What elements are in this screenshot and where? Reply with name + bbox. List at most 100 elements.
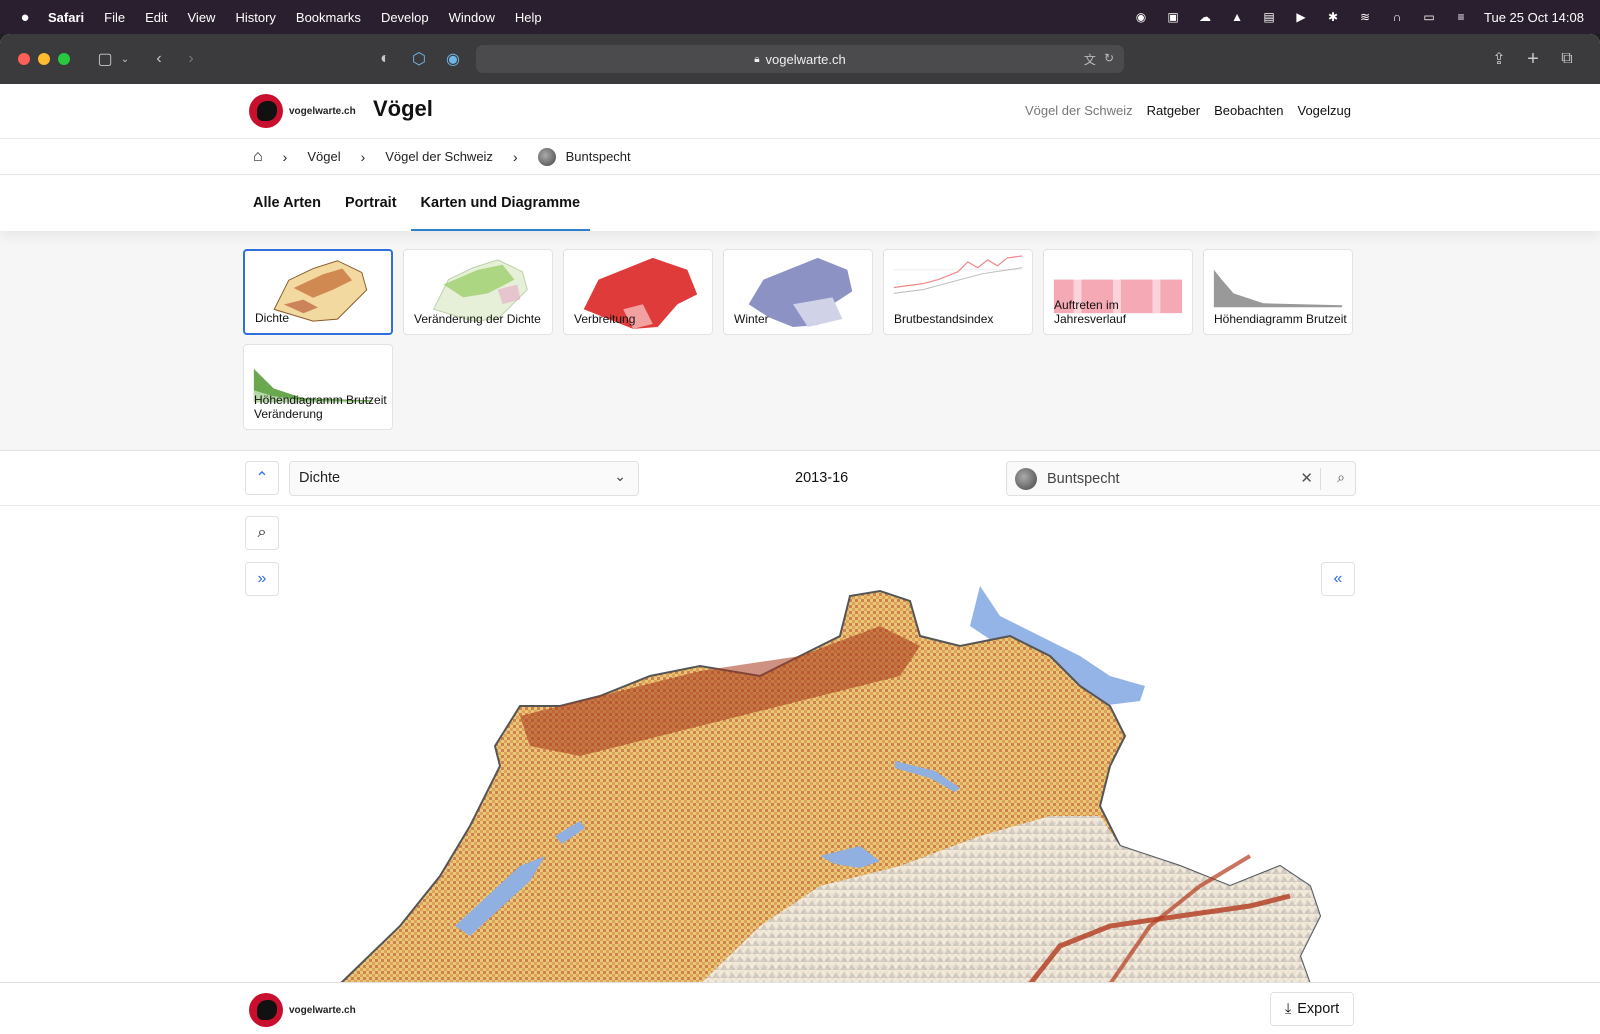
card-hoehendiagramm-brutzeit[interactable]: Höhendiagramm Brutzeit (1203, 249, 1353, 335)
breadcrumb-voegel-der-schweiz[interactable]: Vögel der Schweiz (385, 149, 493, 164)
password-manager-icon[interactable]: ◉ (440, 46, 466, 72)
double-chevron-left-icon: « (1333, 570, 1343, 587)
forward-icon[interactable]: › (178, 46, 204, 72)
lock-icon: 🔒︎ (754, 53, 760, 65)
share-icon[interactable]: ⇪ (1486, 46, 1512, 72)
card-label: Auftreten im Jahresverlauf (1054, 298, 1127, 326)
home-icon[interactable]: ⌂ (253, 148, 263, 166)
export-button[interactable]: ⤓ Export (1270, 992, 1354, 1026)
tab-portrait[interactable]: Portrait (345, 195, 409, 231)
site-logo[interactable]: vogelwarte.ch (249, 94, 356, 128)
chevron-right-icon: › (512, 148, 518, 165)
headphones-icon[interactable]: ∩ (1388, 10, 1406, 24)
footer-logo[interactable]: vogelwarte.ch (249, 993, 356, 1027)
logo-text: vogelwarte.ch (289, 105, 356, 117)
card-dichte[interactable]: Dichte (243, 249, 393, 335)
password-icon[interactable]: ◉ (1132, 10, 1150, 24)
menu-help[interactable]: Help (515, 10, 542, 25)
tab-overview-icon[interactable]: ⧉ (1554, 46, 1580, 72)
card-verbreitung[interactable]: Verbreitung (563, 249, 713, 335)
nav-ratgeber[interactable]: Ratgeber (1147, 103, 1200, 118)
menubar-menus: Safari File Edit View History Bookmarks … (48, 10, 542, 25)
species-search[interactable]: Buntspecht ✕ ⌕ (1006, 461, 1356, 496)
menu-edit[interactable]: Edit (145, 10, 167, 25)
page-title: Vögel (373, 96, 433, 121)
play-icon[interactable]: ▶ (1292, 10, 1310, 24)
nav-voegel-der-schweiz[interactable]: Vögel der Schweiz (1025, 103, 1133, 118)
search-icon[interactable]: ⌕ (1337, 469, 1345, 486)
browser-toolbar: ▢ ⌄ ‹ › ◐ ⬡ ◉ 🔒︎ vogelwarte.ch 文 ↻ ⇪ + ⧉ (0, 34, 1600, 84)
shield-icon[interactable]: ◐ (372, 46, 398, 72)
menu-safari[interactable]: Safari (48, 10, 84, 25)
map-type-value: Dichte (299, 470, 341, 486)
map-controls: ⌃ Dichte ⌄ 2013-16 Buntspecht ✕ ⌕ (0, 451, 1600, 506)
new-tab-icon[interactable]: + (1520, 46, 1546, 72)
nav-beobachten[interactable]: Beobachten (1214, 103, 1283, 118)
divider (1320, 468, 1321, 490)
card-label: Veränderung der Dichte (414, 312, 541, 326)
drive-icon[interactable]: ▲ (1228, 10, 1246, 24)
tab-bar: Alle Arten Portrait Karten und Diagramme (0, 175, 1600, 231)
nav-vogelzug[interactable]: Vogelzug (1298, 103, 1352, 118)
battery-icon[interactable]: ▭ (1420, 10, 1438, 24)
expand-left-panel-button[interactable]: » (245, 562, 279, 596)
card-brutbestandsindex[interactable]: Brutbestandsindex (883, 249, 1033, 335)
logo-text: vogelwarte.ch (289, 1004, 356, 1016)
double-chevron-up-icon: ⌃ (255, 470, 269, 487)
card-label: Höhendiagramm Brutzeit (1214, 312, 1347, 326)
wifi-icon[interactable]: ≋ (1356, 10, 1374, 24)
tab-karten-und-diagramme[interactable]: Karten und Diagramme (410, 195, 591, 231)
screen-icon[interactable]: ▣ (1164, 10, 1182, 24)
minimize-window-button[interactable] (38, 53, 50, 65)
page-footer: vogelwarte.ch ⤓ Export (0, 982, 1600, 1034)
apple-icon[interactable]: ● (16, 9, 34, 26)
collapse-gallery-button[interactable]: ⌃ (245, 461, 279, 495)
clock[interactable]: Tue 25 Oct 14:08 (1484, 10, 1584, 25)
card-hoehendiagramm-brutzeit-veraenderung[interactable]: Höhendiagramm Brutzeit Veränderung (243, 344, 393, 430)
vogelwarte-logo-icon (249, 94, 283, 128)
expand-right-panel-button[interactable]: « (1321, 562, 1355, 596)
menu-window[interactable]: Window (449, 10, 495, 25)
window-controls (18, 53, 70, 65)
translate-icon[interactable]: 文 (1084, 51, 1096, 68)
control-center-icon[interactable]: ≡ (1452, 10, 1470, 24)
breadcrumb-voegel[interactable]: Vögel (307, 149, 340, 164)
map-search-button[interactable]: ⌕ (245, 516, 279, 550)
close-icon[interactable]: ✕ (1300, 469, 1313, 487)
card-veraenderung-der-dichte[interactable]: Veränderung der Dichte (403, 249, 553, 335)
download-icon: ⤓ (1284, 1001, 1292, 1017)
chevron-down-icon[interactable]: ⌄ (118, 46, 132, 72)
close-window-button[interactable] (18, 53, 30, 65)
card-label: Winter (734, 312, 769, 326)
bluetooth-icon[interactable]: ✱ (1324, 10, 1342, 24)
top-navigation: Vögel der Schweiz Ratgeber Beobachten Vo… (1025, 103, 1351, 118)
chevron-down-icon: ⌄ (614, 468, 626, 484)
cloud-icon[interactable]: ☁ (1196, 10, 1214, 24)
browser-window: ▢ ⌄ ‹ › ◐ ⬡ ◉ 🔒︎ vogelwarte.ch 文 ↻ ⇪ + ⧉… (0, 34, 1600, 1034)
breadcrumb-buntspecht[interactable]: Buntspecht (566, 149, 631, 164)
card-label: Verbreitung (574, 312, 636, 326)
card-icon[interactable]: ▤ (1260, 10, 1278, 24)
density-map[interactable]: ⌕ » « (0, 506, 1600, 984)
reload-icon[interactable]: ↻ (1104, 51, 1114, 68)
menu-view[interactable]: View (188, 10, 216, 25)
web-page: vogelwarte.ch Vögel Vögel der Schweiz Ra… (0, 84, 1600, 1034)
card-winter[interactable]: Winter (723, 249, 873, 335)
card-auftreten-im-jahresverlauf[interactable]: Auftreten im Jahresverlauf (1043, 249, 1193, 335)
menu-bookmarks[interactable]: Bookmarks (296, 10, 361, 25)
menu-history[interactable]: History (235, 10, 275, 25)
species-value: Buntspecht (1047, 470, 1120, 487)
tab-alle-arten[interactable]: Alle Arten (253, 195, 333, 231)
sidebar-toggle-icon[interactable]: ▢ (92, 46, 118, 72)
map-type-gallery: Dichte Veränderung der Dichte Verbreitun… (0, 231, 1600, 451)
menu-file[interactable]: File (104, 10, 125, 25)
menu-develop[interactable]: Develop (381, 10, 429, 25)
breadcrumb: ⌂ › Vögel › Vögel der Schweiz › Buntspec… (0, 139, 1600, 175)
chevron-right-icon: › (282, 148, 288, 165)
map-type-select[interactable]: Dichte ⌄ (289, 461, 639, 496)
back-icon[interactable]: ‹ (146, 46, 172, 72)
address-bar[interactable]: 🔒︎ vogelwarte.ch 文 ↻ (476, 45, 1124, 73)
double-chevron-right-icon: » (257, 570, 267, 587)
zoom-window-button[interactable] (58, 53, 70, 65)
extension-cube-icon[interactable]: ⬡ (406, 46, 432, 72)
